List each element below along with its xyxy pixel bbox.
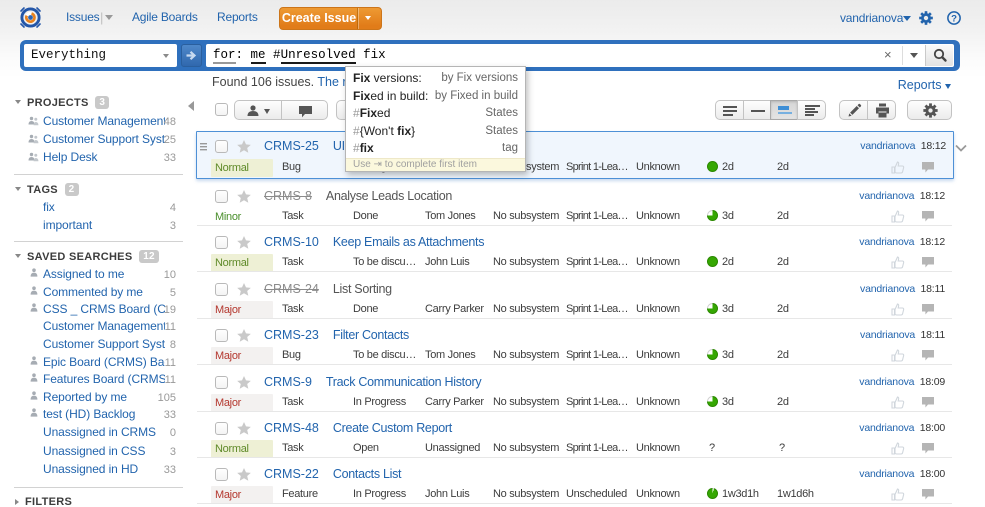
svg-text:?: ? (951, 14, 957, 25)
